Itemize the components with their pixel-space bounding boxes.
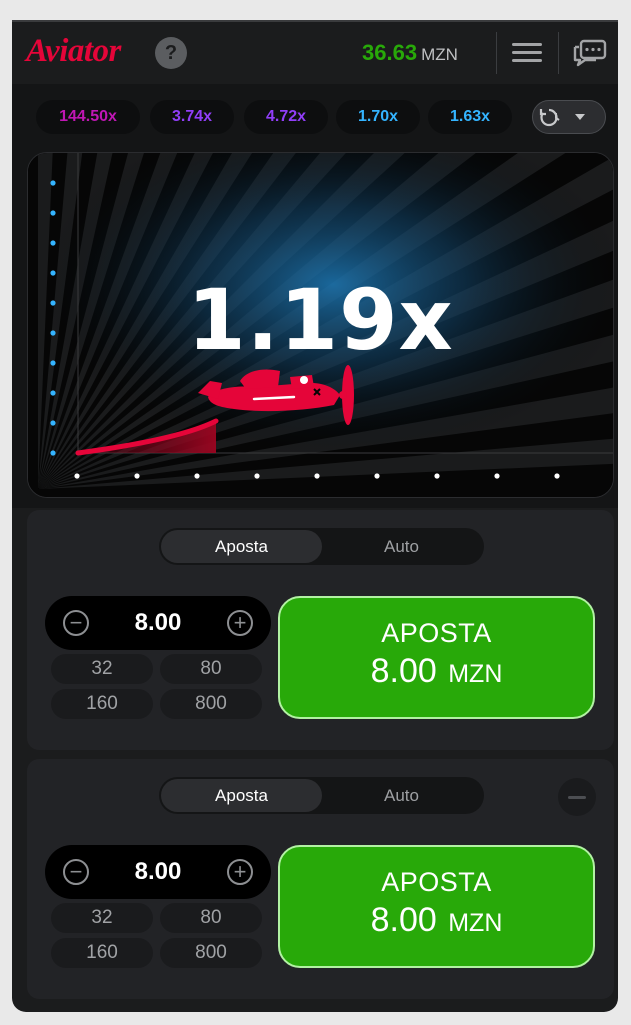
balance-amount: 36.63 xyxy=(362,40,418,65)
history-toggle-button[interactable] xyxy=(532,100,606,134)
quick-amount-button[interactable]: 32 xyxy=(51,903,153,933)
history-value: 4.72x xyxy=(265,108,307,125)
bet-button-amount: 8.00 xyxy=(370,901,437,939)
y-axis-dot xyxy=(50,210,56,216)
chevron-down-icon xyxy=(575,114,585,120)
history-pill[interactable]: 144.50x xyxy=(36,100,140,134)
quick-amount-button[interactable]: 80 xyxy=(160,903,262,933)
quick-amount-button[interactable]: 80 xyxy=(160,654,262,684)
stake-value[interactable]: 8.00 xyxy=(95,845,221,899)
tab-auto[interactable]: Auto xyxy=(321,779,482,812)
minus-icon[interactable]: − xyxy=(63,610,89,636)
bet-mode-toggle: Aposta Auto xyxy=(159,777,484,814)
history-pill[interactable]: 1.70x xyxy=(336,100,420,134)
bet-panel-2: Aposta Auto − 8.00 + 32 80 160 800 APOST… xyxy=(27,759,614,999)
stake-stepper: − 8.00 + xyxy=(45,596,271,650)
balance-currency: MZN xyxy=(421,45,458,64)
history-value: 144.50x xyxy=(59,108,117,125)
current-multiplier: 1.19x xyxy=(187,271,454,369)
x-axis-dot xyxy=(374,473,380,479)
y-axis-dot xyxy=(50,240,56,246)
plus-icon[interactable]: + xyxy=(227,859,253,885)
tab-aposta[interactable]: Aposta xyxy=(161,779,322,812)
bet-button-label: APOSTA xyxy=(381,618,492,648)
stake-stepper: − 8.00 + xyxy=(45,845,271,899)
place-bet-button[interactable]: APOSTA 8.00 MZN xyxy=(278,845,595,968)
tab-aposta[interactable]: Aposta xyxy=(161,530,322,563)
header: Aviator ? 36.63 MZN xyxy=(12,22,618,84)
game-area-wrapper: 1.19x xyxy=(12,150,618,508)
stake-value[interactable]: 8.00 xyxy=(95,596,221,650)
balance: 36.63 MZN xyxy=(362,37,458,69)
header-divider xyxy=(496,32,497,74)
x-axis-dot xyxy=(554,473,560,479)
y-axis-dot xyxy=(50,420,56,426)
bet-button-label: APOSTA xyxy=(381,867,492,897)
chat-icon[interactable] xyxy=(572,36,608,70)
history-pill[interactable]: 4.72x xyxy=(244,100,328,134)
help-button[interactable]: ? xyxy=(155,37,187,69)
history-value: 3.74x xyxy=(171,108,213,125)
minus-icon[interactable]: − xyxy=(63,859,89,885)
aviator-app: Aviator ? 36.63 MZN 144.50x 3.74x 4.72x 1… xyxy=(12,0,618,1012)
quick-amount-button[interactable]: 32 xyxy=(51,654,153,684)
x-axis-dot xyxy=(434,473,440,479)
history-value: 1.63x xyxy=(449,108,491,125)
quick-amount-button[interactable]: 160 xyxy=(51,938,153,968)
place-bet-button[interactable]: APOSTA 8.00 MZN xyxy=(278,596,595,719)
game-canvas: 1.19x xyxy=(27,152,614,498)
bet-button-currency: MZN xyxy=(448,660,503,688)
quick-amount-button[interactable]: 800 xyxy=(160,938,262,968)
menu-icon[interactable] xyxy=(510,39,544,67)
history-clock-icon xyxy=(539,108,560,127)
history-pill[interactable]: 3.74x xyxy=(150,100,234,134)
y-axis-dot xyxy=(50,450,56,456)
y-axis-dot xyxy=(50,180,56,186)
quick-amount-button[interactable]: 160 xyxy=(51,689,153,719)
x-axis-dot xyxy=(494,473,500,479)
x-axis-dot xyxy=(74,473,80,479)
x-axis-dot xyxy=(254,473,260,479)
remove-panel-button[interactable] xyxy=(558,778,596,816)
bet-button-amount: 8.00 xyxy=(370,652,437,690)
history-pill[interactable]: 1.63x xyxy=(428,100,512,134)
bet-button-currency: MZN xyxy=(448,909,503,937)
aviator-logo: Aviator xyxy=(26,33,121,69)
plus-icon[interactable]: + xyxy=(227,610,253,636)
header-divider xyxy=(558,32,559,74)
y-axis-dot xyxy=(50,390,56,396)
x-axis-dot xyxy=(194,473,200,479)
tab-auto[interactable]: Auto xyxy=(321,530,482,563)
top-strip xyxy=(12,0,618,22)
multiplier-history: 144.50x 3.74x 4.72x 1.70x 1.63x xyxy=(12,84,618,150)
minus-icon xyxy=(568,796,586,799)
history-value: 1.70x xyxy=(357,108,399,125)
x-axis-dot xyxy=(134,473,140,479)
bet-mode-toggle: Aposta Auto xyxy=(159,528,484,565)
x-axis-dot xyxy=(314,473,320,479)
quick-amount-button[interactable]: 800 xyxy=(160,689,262,719)
bet-panel-1: Aposta Auto − 8.00 + 32 80 160 800 APOST… xyxy=(27,510,614,750)
